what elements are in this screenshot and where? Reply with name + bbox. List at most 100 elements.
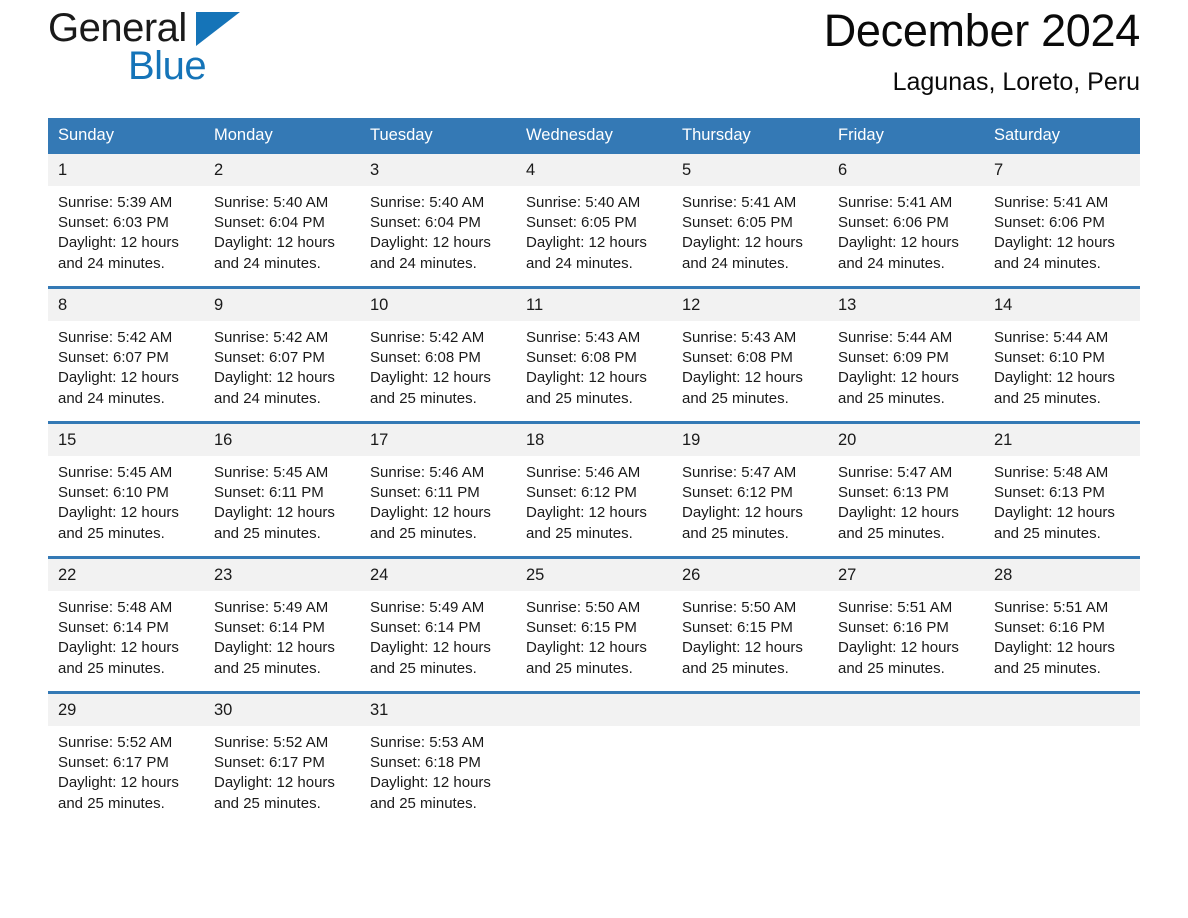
- daylight-text: Daylight: 12 hours and 25 minutes.: [214, 639, 335, 677]
- calendar-day-cell[interactable]: 19 Sunrise: 5:47 AM Sunset: 6:12 PM Dayligh…: [672, 421, 828, 558]
- calendar-day-cell[interactable]: 20 Sunrise: 5:47 AM Sunset: 6:13 PM Dayligh…: [828, 421, 984, 558]
- calendar-body: 1 Sunrise: 5:39 AM Sunset: 6:03 PM Daylight…: [48, 154, 1140, 826]
- calendar-day-cell[interactable]: 11 Sunrise: 5:43 AM Sunset: 6:08 PM Dayligh…: [516, 286, 672, 423]
- daylight-text: Daylight: 12 hours and 24 minutes.: [58, 234, 179, 272]
- day-number: 11: [516, 289, 672, 321]
- day-details: Sunrise: 5:48 AM Sunset: 6:13 PM Daylight:…: [984, 456, 1140, 544]
- calendar-day-cell[interactable]: 17 Sunrise: 5:46 AM Sunset: 6:11 PM Dayligh…: [360, 421, 516, 558]
- sunrise-text: Sunrise: 5:45 AM: [58, 464, 173, 481]
- day-details: Sunrise: 5:49 AM Sunset: 6:14 PM Daylight:…: [360, 591, 516, 679]
- calendar-day-cell[interactable]: 23 Sunrise: 5:49 AM Sunset: 6:14 PM Dayligh…: [204, 556, 360, 693]
- calendar-day-cell[interactable]: 26 Sunrise: 5:50 AM Sunset: 6:15 PM Dayligh…: [672, 556, 828, 693]
- sunset-text: Sunset: 6:17 PM: [58, 754, 169, 772]
- calendar-day-cell[interactable]: 24 Sunrise: 5:49 AM Sunset: 6:14 PM Dayligh…: [360, 556, 516, 693]
- day-number: 6: [828, 154, 984, 186]
- sunset-text: Sunset: 6:17 PM: [214, 754, 325, 772]
- day-number: 20: [828, 424, 984, 456]
- day-number: [828, 694, 984, 726]
- day-cell-content: 17 Sunrise: 5:46 AM Sunset: 6:11 PM Dayligh…: [360, 424, 516, 556]
- day-number: 17: [360, 424, 516, 456]
- day-details: Sunrise: 5:42 AM Sunset: 6:07 PM Daylight:…: [48, 321, 204, 409]
- day-number: 15: [48, 424, 204, 456]
- day-cell-content: 19 Sunrise: 5:47 AM Sunset: 6:12 PM Dayligh…: [672, 424, 828, 556]
- day-details: Sunrise: 5:46 AM Sunset: 6:12 PM Daylight:…: [516, 456, 672, 544]
- day-cell-empty: [828, 694, 984, 826]
- day-cell-empty: [672, 694, 828, 826]
- logo-text-blue: Blue: [128, 44, 207, 88]
- day-details: Sunrise: 5:41 AM Sunset: 6:06 PM Daylight:…: [984, 186, 1140, 274]
- sunrise-text: Sunrise: 5:44 AM: [994, 329, 1109, 346]
- logo-triangle-icon: [196, 12, 240, 46]
- calendar-day-cell[interactable]: 13 Sunrise: 5:44 AM Sunset: 6:09 PM Dayligh…: [828, 286, 984, 423]
- calendar-day-cell[interactable]: 14 Sunrise: 5:44 AM Sunset: 6:10 PM Dayligh…: [984, 286, 1140, 423]
- calendar-day-cell[interactable]: 12 Sunrise: 5:43 AM Sunset: 6:08 PM Dayligh…: [672, 286, 828, 423]
- day-cell-content: 31 Sunrise: 5:53 AM Sunset: 6:18 PM Dayligh…: [360, 694, 516, 826]
- day-details: Sunrise: 5:47 AM Sunset: 6:13 PM Daylight:…: [828, 456, 984, 544]
- day-cell-content: 8 Sunrise: 5:42 AM Sunset: 6:07 PM Daylight…: [48, 289, 204, 421]
- day-details: Sunrise: 5:49 AM Sunset: 6:14 PM Daylight:…: [204, 591, 360, 679]
- calendar-day-cell[interactable]: 16 Sunrise: 5:45 AM Sunset: 6:11 PM Dayligh…: [204, 421, 360, 558]
- sunset-text: Sunset: 6:18 PM: [370, 754, 481, 772]
- calendar-day-cell[interactable]: 25 Sunrise: 5:50 AM Sunset: 6:15 PM Dayligh…: [516, 556, 672, 693]
- calendar-day-cell[interactable]: 3 Sunrise: 5:40 AM Sunset: 6:04 PM Daylight…: [360, 154, 516, 288]
- calendar-day-cell[interactable]: 1 Sunrise: 5:39 AM Sunset: 6:03 PM Daylight…: [48, 154, 204, 288]
- calendar-day-cell[interactable]: 15 Sunrise: 5:45 AM Sunset: 6:10 PM Dayligh…: [48, 421, 204, 558]
- daylight-text: Daylight: 12 hours and 24 minutes.: [370, 234, 491, 272]
- sunset-text: Sunset: 6:07 PM: [214, 349, 325, 367]
- day-details: Sunrise: 5:50 AM Sunset: 6:15 PM Daylight:…: [672, 591, 828, 679]
- calendar-day-cell[interactable]: 28 Sunrise: 5:51 AM Sunset: 6:16 PM Dayligh…: [984, 556, 1140, 693]
- day-number: 14: [984, 289, 1140, 321]
- daylight-text: Daylight: 12 hours and 24 minutes.: [526, 234, 647, 272]
- calendar-day-cell: [516, 691, 672, 826]
- calendar-day-cell[interactable]: 8 Sunrise: 5:42 AM Sunset: 6:07 PM Daylight…: [48, 286, 204, 423]
- day-number: [984, 694, 1140, 726]
- calendar-day-cell[interactable]: 30 Sunrise: 5:52 AM Sunset: 6:17 PM Dayligh…: [204, 691, 360, 826]
- day-details: Sunrise: 5:42 AM Sunset: 6:08 PM Daylight:…: [360, 321, 516, 409]
- day-details: Sunrise: 5:40 AM Sunset: 6:04 PM Daylight:…: [360, 186, 516, 274]
- sunset-text: Sunset: 6:16 PM: [838, 619, 949, 637]
- day-cell-content: 9 Sunrise: 5:42 AM Sunset: 6:07 PM Daylight…: [204, 289, 360, 421]
- calendar-day-cell[interactable]: 21 Sunrise: 5:48 AM Sunset: 6:13 PM Dayligh…: [984, 421, 1140, 558]
- day-details: Sunrise: 5:40 AM Sunset: 6:05 PM Daylight:…: [516, 186, 672, 274]
- day-number: 7: [984, 154, 1140, 186]
- calendar-day-cell[interactable]: 22 Sunrise: 5:48 AM Sunset: 6:14 PM Dayligh…: [48, 556, 204, 693]
- daylight-text: Daylight: 12 hours and 25 minutes.: [370, 774, 491, 812]
- calendar-day-cell[interactable]: 7 Sunrise: 5:41 AM Sunset: 6:06 PM Daylight…: [984, 154, 1140, 288]
- day-number: 16: [204, 424, 360, 456]
- sunset-text: Sunset: 6:05 PM: [526, 214, 637, 232]
- day-number: 9: [204, 289, 360, 321]
- sunset-text: Sunset: 6:11 PM: [370, 484, 480, 502]
- calendar-day-cell[interactable]: 10 Sunrise: 5:42 AM Sunset: 6:08 PM Dayligh…: [360, 286, 516, 423]
- calendar-day-cell[interactable]: 6 Sunrise: 5:41 AM Sunset: 6:06 PM Daylight…: [828, 154, 984, 288]
- generalblue-logo[interactable]: General Blue: [48, 0, 378, 88]
- daylight-text: Daylight: 12 hours and 25 minutes.: [526, 369, 647, 407]
- sunrise-text: Sunrise: 5:45 AM: [214, 464, 329, 481]
- sunset-text: Sunset: 6:13 PM: [994, 484, 1105, 502]
- calendar-day-cell[interactable]: 31 Sunrise: 5:53 AM Sunset: 6:18 PM Dayligh…: [360, 691, 516, 826]
- sunset-text: Sunset: 6:08 PM: [682, 349, 793, 367]
- day-details: Sunrise: 5:50 AM Sunset: 6:15 PM Daylight:…: [516, 591, 672, 679]
- sunrise-text: Sunrise: 5:49 AM: [370, 599, 485, 616]
- day-cell-content: 27 Sunrise: 5:51 AM Sunset: 6:16 PM Dayligh…: [828, 559, 984, 691]
- day-number: 28: [984, 559, 1140, 591]
- calendar-day-cell[interactable]: 29 Sunrise: 5:52 AM Sunset: 6:17 PM Dayligh…: [48, 691, 204, 826]
- calendar-day-cell[interactable]: 18 Sunrise: 5:46 AM Sunset: 6:12 PM Dayligh…: [516, 421, 672, 558]
- daylight-text: Daylight: 12 hours and 25 minutes.: [682, 639, 803, 677]
- calendar-day-cell[interactable]: 9 Sunrise: 5:42 AM Sunset: 6:07 PM Daylight…: [204, 286, 360, 423]
- calendar-week-row: 8 Sunrise: 5:42 AM Sunset: 6:07 PM Daylight…: [48, 286, 1140, 423]
- calendar-day-cell[interactable]: 27 Sunrise: 5:51 AM Sunset: 6:16 PM Dayligh…: [828, 556, 984, 693]
- daylight-text: Daylight: 12 hours and 25 minutes.: [994, 504, 1115, 542]
- day-cell-content: 10 Sunrise: 5:42 AM Sunset: 6:08 PM Dayligh…: [360, 289, 516, 421]
- calendar-day-cell[interactable]: 4 Sunrise: 5:40 AM Sunset: 6:05 PM Daylight…: [516, 154, 672, 288]
- sunset-text: Sunset: 6:06 PM: [994, 214, 1105, 232]
- sunrise-text: Sunrise: 5:51 AM: [838, 599, 953, 616]
- calendar-day-cell[interactable]: 5 Sunrise: 5:41 AM Sunset: 6:05 PM Daylight…: [672, 154, 828, 288]
- day-number: 31: [360, 694, 516, 726]
- day-cell-content: 6 Sunrise: 5:41 AM Sunset: 6:06 PM Daylight…: [828, 154, 984, 286]
- day-number: [516, 694, 672, 726]
- day-details: Sunrise: 5:47 AM Sunset: 6:12 PM Daylight:…: [672, 456, 828, 544]
- sunrise-text: Sunrise: 5:41 AM: [682, 194, 797, 211]
- day-number: 12: [672, 289, 828, 321]
- day-number: 18: [516, 424, 672, 456]
- calendar-day-cell[interactable]: 2 Sunrise: 5:40 AM Sunset: 6:04 PM Daylight…: [204, 154, 360, 288]
